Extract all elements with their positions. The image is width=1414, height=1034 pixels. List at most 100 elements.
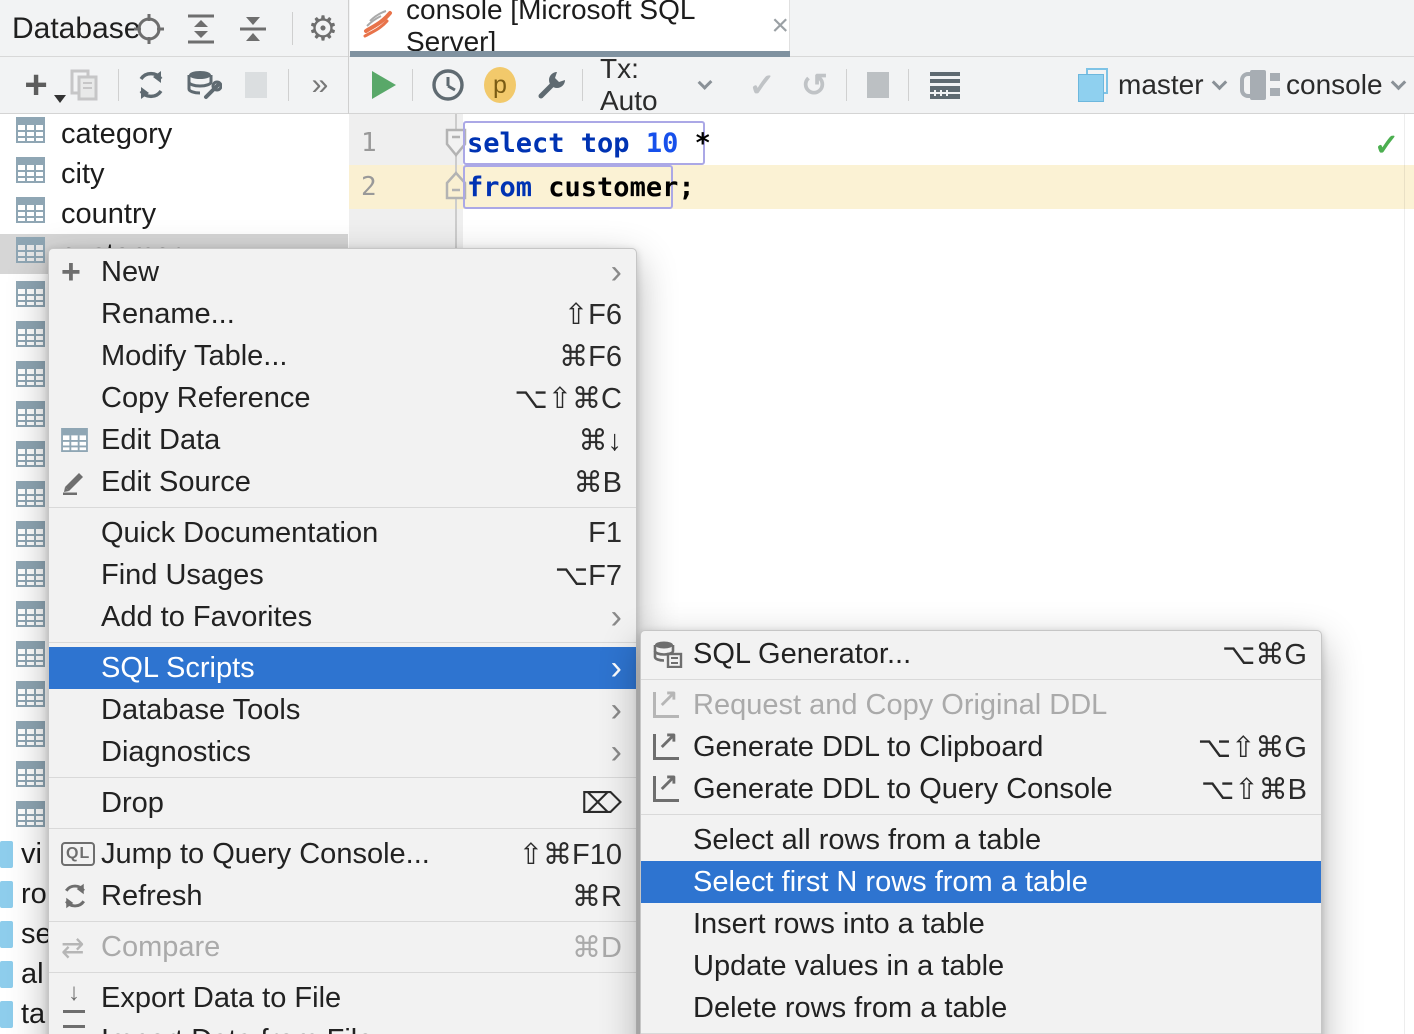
header-divider: [292, 12, 293, 45]
locate-icon[interactable]: [128, 0, 170, 57]
inspections-ok-icon[interactable]: ✓: [1374, 128, 1399, 163]
menu-item-refresh[interactable]: Refresh ⌘R: [49, 875, 636, 917]
shortcut: ⌥⇧⌘G: [1198, 730, 1307, 765]
stop-icon[interactable]: [234, 57, 278, 113]
menu-item-edit-source[interactable]: Edit Source ⌘B: [49, 461, 636, 503]
data-source-properties-icon[interactable]: [180, 57, 228, 113]
table-icon[interactable]: [16, 761, 45, 787]
table-icon: [16, 237, 45, 271]
tab-close-icon[interactable]: ×: [771, 11, 789, 41]
more-chevrons-icon[interactable]: »: [298, 57, 342, 113]
console-selector[interactable]: console: [1240, 57, 1410, 113]
top-header-bar: Database ⚙ console [Microsoft SQL Server…: [0, 0, 1414, 57]
context-menu: + New › Rename... ⇧F6 Modify Table... ⌘F…: [48, 248, 637, 1034]
table-icon: [16, 157, 45, 191]
table-icon[interactable]: [16, 481, 45, 507]
table-icon: [16, 117, 45, 151]
chevron-down-icon: [1390, 74, 1406, 90]
run-play-icon[interactable]: [362, 57, 406, 113]
database-selector[interactable]: master: [1078, 57, 1238, 113]
menu-item-select-first-n-rows[interactable]: Select first N rows from a table: [641, 861, 1321, 903]
menu-item-database-tools[interactable]: Database Tools ›: [49, 689, 636, 731]
menu-item-sql-scripts[interactable]: SQL Scripts ›: [49, 647, 636, 689]
tree-item-label: country: [61, 198, 156, 231]
console-icon: [1240, 70, 1278, 100]
menu-item-insert-rows[interactable]: Insert rows into a table: [641, 903, 1321, 945]
toolbar-divider: [288, 69, 289, 101]
menu-item-new[interactable]: + New ›: [49, 251, 636, 293]
sql-generator-icon: [653, 636, 693, 672]
shortcut: ⌘R: [572, 879, 622, 914]
menu-separator: [49, 777, 636, 778]
menu-item-jump-to-query-console[interactable]: QL Jump to Query Console... ⇧⌘F10: [49, 833, 636, 875]
table-icon[interactable]: [16, 721, 45, 747]
menu-item-request-and-copy-original-ddl[interactable]: ↗ Request and Copy Original DDL: [641, 684, 1321, 726]
duplicate-icon[interactable]: [62, 57, 106, 113]
toolbar-divider: [846, 69, 847, 101]
table-icon[interactable]: [16, 681, 45, 707]
menu-item-modify-table[interactable]: Modify Table... ⌘F6: [49, 335, 636, 377]
expand-all-icon[interactable]: [180, 0, 222, 57]
shortcut: ⌥⇧⌘C: [514, 381, 622, 416]
editor-tab-console[interactable]: console [Microsoft SQL Server] ×: [350, 0, 790, 51]
shortcut: ⌘F6: [559, 339, 622, 374]
stop-icon[interactable]: [856, 57, 900, 113]
shortcut: ⌘↓: [579, 423, 623, 458]
ddl-arrow-icon: ↗: [653, 771, 693, 807]
add-icon[interactable]: +: [14, 57, 58, 113]
table-icon[interactable]: [16, 641, 45, 667]
tree-item-city[interactable]: city: [0, 154, 348, 194]
menu-separator: [49, 972, 636, 973]
table-icon[interactable]: [16, 401, 45, 427]
table-icon[interactable]: [16, 561, 45, 587]
menu-item-select-all-rows[interactable]: Select all rows from a table: [641, 819, 1321, 861]
menu-item-copy-reference[interactable]: Copy Reference ⌥⇧⌘C: [49, 377, 636, 419]
plus-icon: +: [61, 254, 101, 290]
commit-check-icon[interactable]: ✓: [740, 57, 784, 113]
database-panel-title: Database: [12, 0, 140, 57]
table-icon[interactable]: [16, 521, 45, 547]
output-layout-icon[interactable]: [920, 57, 970, 113]
menu-item-drop[interactable]: Drop ⌦: [49, 782, 636, 824]
parameters-badge[interactable]: p: [476, 57, 524, 113]
code-line-1: select top 10 *: [467, 121, 711, 165]
tx-mode-selector[interactable]: Tx: Auto: [600, 57, 710, 113]
menu-item-find-usages[interactable]: Find Usages ⌥F7: [49, 554, 636, 596]
table-icon[interactable]: [16, 441, 45, 467]
rollback-icon[interactable]: ↻: [792, 57, 836, 113]
menu-item-quick-documentation[interactable]: Quick Documentation F1: [49, 512, 636, 554]
table-icon[interactable]: [16, 281, 45, 307]
settings-gear-icon[interactable]: ⚙: [302, 0, 344, 57]
view-icon: [0, 921, 13, 948]
shortcut: ⌘B: [574, 465, 622, 500]
refresh-icon[interactable]: [128, 57, 174, 113]
menu-item-sql-generator[interactable]: SQL Generator... ⌥⌘G: [641, 633, 1321, 675]
history-clock-icon[interactable]: [424, 57, 472, 113]
menu-item-import-data-from-file[interactable]: ↑ Import Data from File...: [49, 1019, 636, 1034]
menu-item-edit-data[interactable]: Edit Data ⌘↓: [49, 419, 636, 461]
view-icon: [0, 881, 13, 908]
menu-item-add-to-favorites[interactable]: Add to Favorites ›: [49, 596, 636, 638]
collapse-all-icon[interactable]: [232, 0, 274, 57]
tree-item-category[interactable]: category: [0, 114, 348, 154]
tree-item-label: category: [61, 118, 172, 151]
scrollbar-track-edge: [1404, 114, 1405, 1034]
menu-item-diagnostics[interactable]: Diagnostics ›: [49, 731, 636, 773]
menu-item-generate-ddl-to-clipboard[interactable]: ↗ Generate DDL to Clipboard ⌥⇧⌘G: [641, 726, 1321, 768]
menu-item-update-values[interactable]: Update values in a table: [641, 945, 1321, 987]
tree-item-country[interactable]: country: [0, 194, 348, 234]
shortcut: ⌥⌘G: [1222, 637, 1307, 672]
menu-item-export-data-to-file[interactable]: ↓ Export Data to File: [49, 977, 636, 1019]
shortcut: F1: [588, 517, 622, 550]
menu-item-compare[interactable]: ⇄ Compare ⌘D: [49, 926, 636, 968]
menu-item-rename[interactable]: Rename... ⇧F6: [49, 293, 636, 335]
wrench-icon[interactable]: [528, 57, 576, 113]
table-icon[interactable]: [16, 601, 45, 627]
toolbar-divider: [908, 69, 909, 101]
menu-item-delete-rows[interactable]: Delete rows from a table: [641, 987, 1321, 1029]
table-icon[interactable]: [16, 801, 45, 827]
table-icon[interactable]: [16, 321, 45, 347]
sidebar-editor-divider: [348, 0, 349, 114]
menu-item-generate-ddl-to-query-console[interactable]: ↗ Generate DDL to Query Console ⌥⇧⌘B: [641, 768, 1321, 810]
table-icon[interactable]: [16, 361, 45, 387]
